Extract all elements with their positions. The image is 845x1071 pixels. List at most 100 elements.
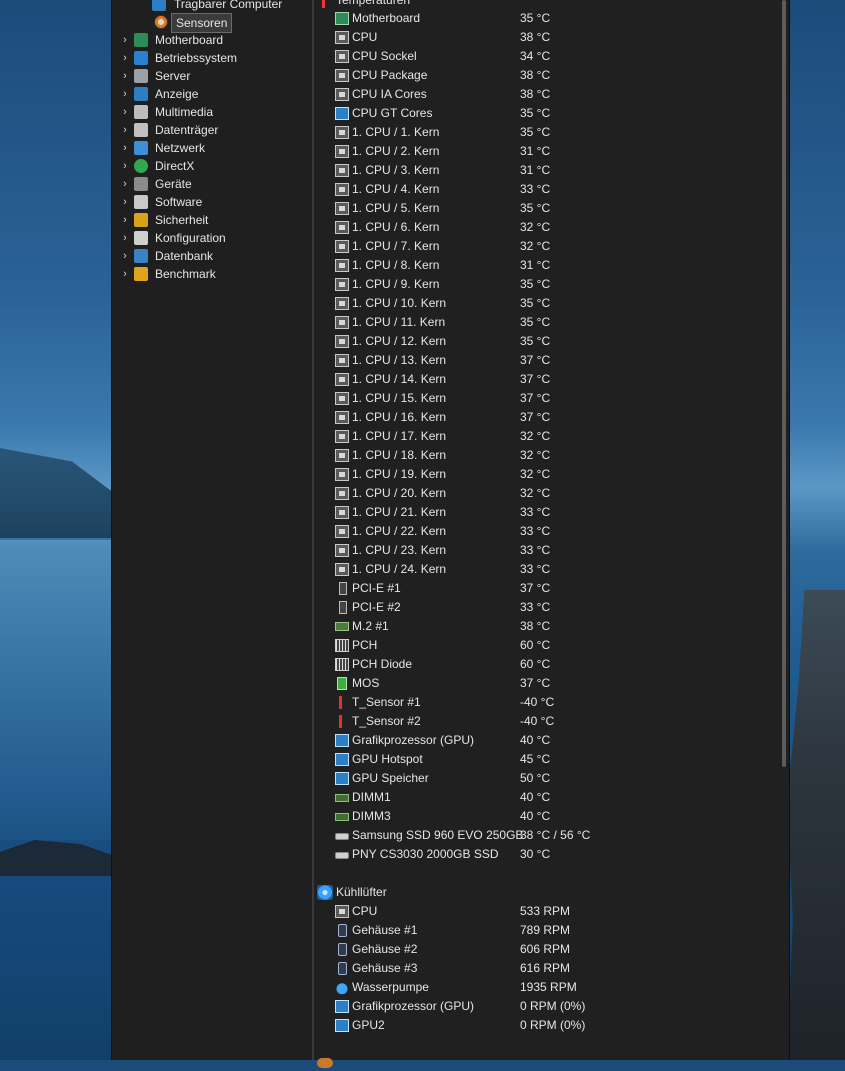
- sensor-row[interactable]: 1. CPU / 1. Kern 35 °C: [314, 123, 784, 142]
- sensor-row[interactable]: CPU Sockel 34 °C: [314, 47, 784, 66]
- sensor-name: Samsung SSD 960 EVO 250GB: [352, 828, 524, 842]
- navigation-tree[interactable]: Tragbarer Computer Sensoren › Motherboard…: [112, 0, 312, 1060]
- tree-item-label: Anzeige: [155, 87, 199, 101]
- group-next-partial[interactable]: [314, 1052, 784, 1071]
- sensor-row[interactable]: 1. CPU / 10. Kern 35 °C: [314, 294, 784, 313]
- sensor-row[interactable]: DIMM3 40 °C: [314, 807, 784, 826]
- sensor-row[interactable]: Grafikprozessor (GPU) 40 °C: [314, 731, 784, 750]
- group-label: Kühllüfter: [336, 885, 387, 899]
- sensor-row[interactable]: 1. CPU / 9. Kern 35 °C: [314, 275, 784, 294]
- sensor-row[interactable]: CPU 533 RPM: [314, 902, 784, 921]
- sensor-row[interactable]: 1. CPU / 12. Kern 35 °C: [314, 332, 784, 351]
- group-kuehlluefter[interactable]: Kühllüfter: [314, 883, 784, 902]
- sensor-name: 1. CPU / 7. Kern: [352, 239, 440, 253]
- sensor-name: GPU Speicher: [352, 771, 429, 785]
- desktop-hill: [0, 448, 120, 538]
- sensor-row[interactable]: 1. CPU / 14. Kern 37 °C: [314, 370, 784, 389]
- chevron-right-icon[interactable]: ›: [120, 229, 130, 247]
- sensor-row[interactable]: 1. CPU / 21. Kern 33 °C: [314, 503, 784, 522]
- sensor-row[interactable]: PCI-E #1 37 °C: [314, 579, 784, 598]
- sensor-row[interactable]: 1. CPU / 5. Kern 35 °C: [314, 199, 784, 218]
- sensor-row[interactable]: 1. CPU / 7. Kern 32 °C: [314, 237, 784, 256]
- chevron-right-icon[interactable]: ›: [120, 49, 130, 67]
- chevron-right-icon[interactable]: ›: [120, 157, 130, 175]
- sensor-row[interactable]: DIMM1 40 °C: [314, 788, 784, 807]
- sensor-name: PCI-E #1: [352, 581, 401, 595]
- sensor-name: CPU Package: [352, 68, 428, 82]
- sensor-row[interactable]: 1. CPU / 19. Kern 32 °C: [314, 465, 784, 484]
- vertical-scrollbar[interactable]: [782, 0, 786, 767]
- sensor-row[interactable]: 1. CPU / 15. Kern 37 °C: [314, 389, 784, 408]
- chevron-right-icon[interactable]: ›: [120, 67, 130, 85]
- sensor-row[interactable]: Motherboard 35 °C: [314, 9, 784, 28]
- sensor-row[interactable]: 1. CPU / 13. Kern 37 °C: [314, 351, 784, 370]
- sensor-row[interactable]: 1. CPU / 16. Kern 37 °C: [314, 408, 784, 427]
- chip-icon: [335, 221, 349, 234]
- sensor-value: 34 °C: [520, 49, 551, 63]
- sensor-value: 37 °C: [520, 372, 551, 386]
- sensor-row[interactable]: 1. CPU / 22. Kern 33 °C: [314, 522, 784, 541]
- chevron-right-icon[interactable]: ›: [120, 265, 130, 283]
- sensor-row[interactable]: 1. CPU / 23. Kern 33 °C: [314, 541, 784, 560]
- tree-item-label: DirectX: [155, 159, 195, 173]
- sensor-row[interactable]: 1. CPU / 20. Kern 32 °C: [314, 484, 784, 503]
- sensor-row[interactable]: PCH 60 °C: [314, 636, 784, 655]
- sensor-value: 37 °C: [520, 676, 551, 690]
- sensor-row[interactable]: 1. CPU / 6. Kern 32 °C: [314, 218, 784, 237]
- sensor-row[interactable]: Grafikprozessor (GPU) 0 RPM (0%): [314, 997, 784, 1016]
- sensor-row[interactable]: GPU Hotspot 45 °C: [314, 750, 784, 769]
- chip-icon: [335, 430, 349, 443]
- sensor-name: 1. CPU / 24. Kern: [352, 562, 447, 576]
- sensor-row[interactable]: CPU GT Cores 35 °C: [314, 104, 784, 123]
- sensor-row[interactable]: 1. CPU / 24. Kern 33 °C: [314, 560, 784, 579]
- sensor-row[interactable]: 1. CPU / 11. Kern 35 °C: [314, 313, 784, 332]
- sensor-row[interactable]: 1. CPU / 4. Kern 33 °C: [314, 180, 784, 199]
- chip-icon: [335, 50, 349, 63]
- sensor-row[interactable]: CPU 38 °C: [314, 28, 784, 47]
- sensor-row[interactable]: GPU Speicher 50 °C: [314, 769, 784, 788]
- sensor-row[interactable]: Wasserpumpe 1935 RPM: [314, 978, 784, 997]
- sensor-row[interactable]: GPU2 0 RPM (0%): [314, 1016, 784, 1035]
- chevron-right-icon[interactable]: ›: [120, 139, 130, 157]
- chip-icon: [335, 411, 349, 424]
- sensor-row[interactable]: MOS 37 °C: [314, 674, 784, 693]
- sensor-row[interactable]: CPU IA Cores 38 °C: [314, 85, 784, 104]
- chevron-right-icon[interactable]: ›: [120, 193, 130, 211]
- sensor-row[interactable]: PNY CS3030 2000GB SSD 30 °C: [314, 845, 784, 864]
- chevron-right-icon[interactable]: ›: [120, 175, 130, 193]
- database-icon: [134, 249, 148, 263]
- chevron-right-icon[interactable]: ›: [120, 85, 130, 103]
- sensor-row[interactable]: 1. CPU / 3. Kern 31 °C: [314, 161, 784, 180]
- sensor-row[interactable]: Gehäuse #1 789 RPM: [314, 921, 784, 940]
- chevron-right-icon[interactable]: ›: [120, 247, 130, 265]
- sensor-name: 1. CPU / 5. Kern: [352, 201, 440, 215]
- chevron-right-icon[interactable]: ›: [120, 211, 130, 229]
- sensor-row[interactable]: CPU Package 38 °C: [314, 66, 784, 85]
- tree-item-label: Tragbarer Computer: [174, 0, 283, 11]
- sensor-value: 37 °C: [520, 353, 551, 367]
- sensor-row[interactable]: T_Sensor #2 -40 °C: [314, 712, 784, 731]
- chevron-right-icon[interactable]: ›: [120, 31, 130, 49]
- sensor-row[interactable]: M.2 #1 38 °C: [314, 617, 784, 636]
- sensor-row[interactable]: 1. CPU / 2. Kern 31 °C: [314, 142, 784, 161]
- chevron-right-icon[interactable]: ›: [120, 121, 130, 139]
- chip-icon: [335, 126, 349, 139]
- sensor-row[interactable]: T_Sensor #1 -40 °C: [314, 693, 784, 712]
- chip-icon: [335, 69, 349, 82]
- sensor-row[interactable]: PCH Diode 60 °C: [314, 655, 784, 674]
- sensor-name: 1. CPU / 9. Kern: [352, 277, 440, 291]
- sensor-row[interactable]: Gehäuse #3 616 RPM: [314, 959, 784, 978]
- sensor-row[interactable]: Samsung SSD 960 EVO 250GB 38 °C / 56 °C: [314, 826, 784, 845]
- sensor-name: M.2 #1: [352, 619, 389, 633]
- sensor-list[interactable]: Temperaturen Motherboard 35 °C CPU 38 °C CPU…: [314, 0, 789, 1068]
- sensor-row[interactable]: 1. CPU / 8. Kern 31 °C: [314, 256, 784, 275]
- sensor-row[interactable]: Gehäuse #2 606 RPM: [314, 940, 784, 959]
- chevron-right-icon[interactable]: ›: [120, 103, 130, 121]
- sensor-row[interactable]: PCI-E #2 33 °C: [314, 598, 784, 617]
- sensor-row[interactable]: 1. CPU / 18. Kern 32 °C: [314, 446, 784, 465]
- sensor-value: 31 °C: [520, 258, 551, 272]
- sensor-value: 35 °C: [520, 11, 551, 25]
- sensor-row[interactable]: 1. CPU / 17. Kern 32 °C: [314, 427, 784, 446]
- sensor-name: 1. CPU / 20. Kern: [352, 486, 447, 500]
- sensor-value: 38 °C: [520, 30, 551, 44]
